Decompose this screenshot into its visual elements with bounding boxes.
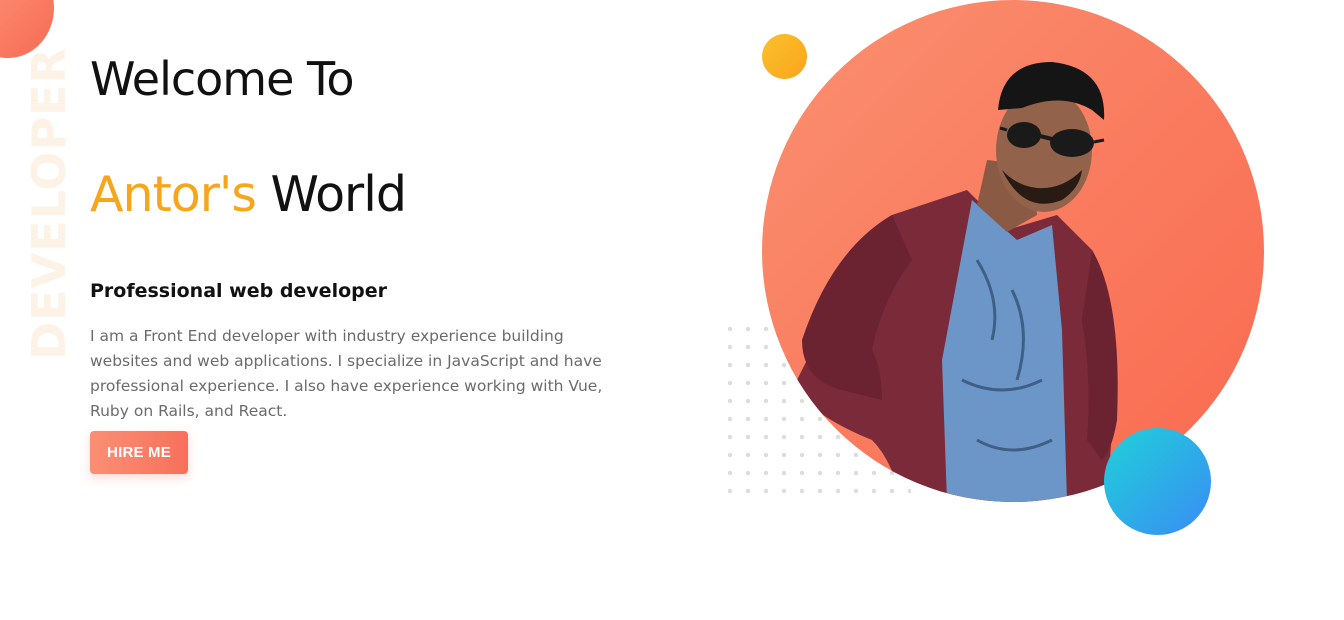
- hero-title-world: World: [255, 166, 406, 223]
- hero-title-line-1: Welcome To: [90, 52, 354, 106]
- hire-me-button[interactable]: HIRE ME: [90, 431, 188, 474]
- blue-circle-decoration: [1104, 428, 1211, 535]
- vertical-watermark-text: DEVELOPER: [22, 47, 76, 360]
- portrait-photo: [792, 62, 1118, 502]
- portrait-frame: [762, 0, 1264, 502]
- hero-subtitle: Professional web developer: [90, 280, 387, 302]
- hero-bio-paragraph: I am a Front End developer with industry…: [90, 327, 603, 420]
- hero-name-accent: Antor's: [90, 166, 257, 223]
- hero-title-line-2: Antor's World: [90, 166, 407, 223]
